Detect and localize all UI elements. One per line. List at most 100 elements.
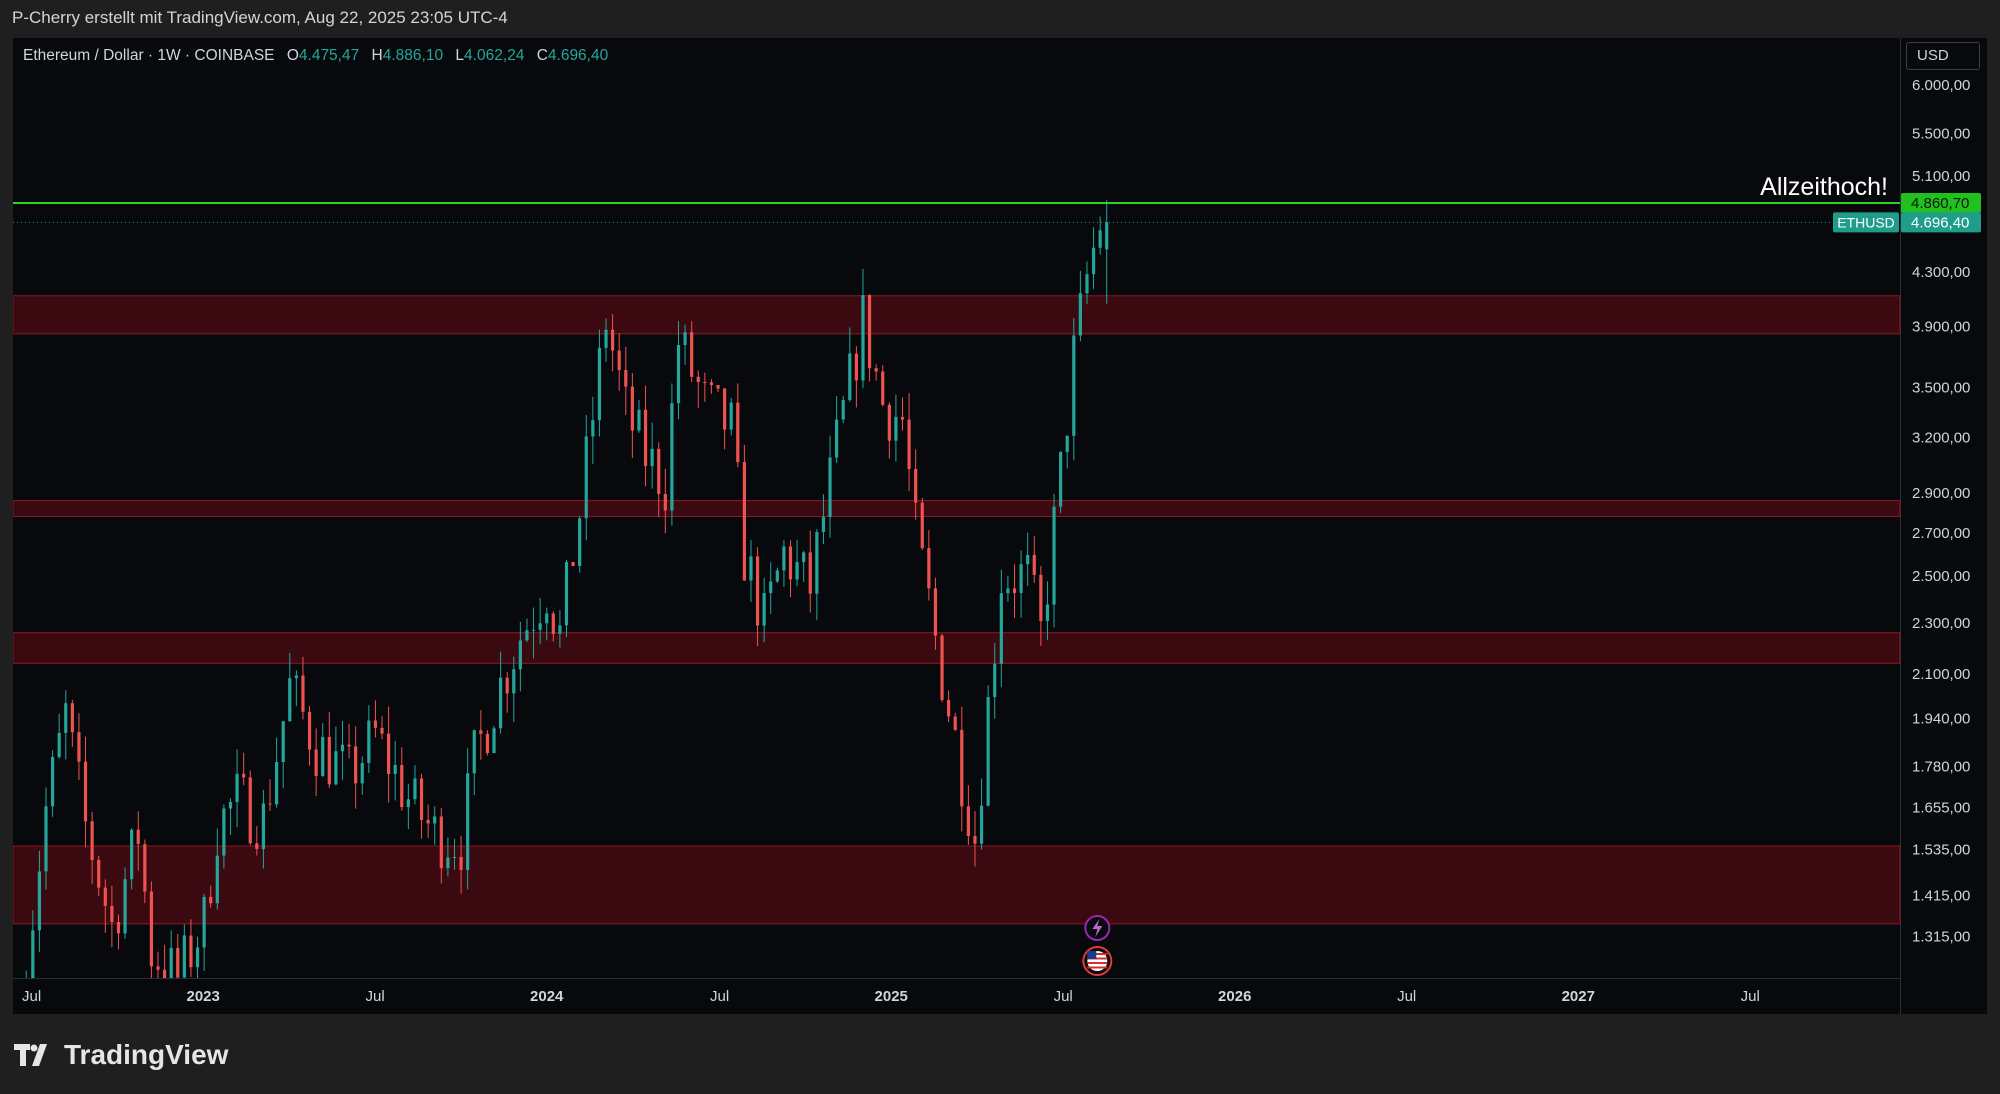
candle-body [294, 675, 298, 679]
candle-body [604, 329, 608, 348]
x-tick-label: 2026 [1218, 988, 1251, 1005]
candle-body [367, 720, 371, 763]
candle-body [419, 778, 424, 820]
candle-body [176, 947, 180, 978]
candle-body [617, 350, 621, 371]
y-tick-label: 1.780,00 [1912, 759, 1970, 776]
candle-body [795, 562, 799, 580]
x-tick-label: Jul [710, 988, 729, 1005]
candle-body [123, 879, 127, 934]
candle-body [31, 930, 35, 978]
ath-price-label: 4.860,70 [1911, 195, 1969, 212]
candle-body [222, 808, 226, 856]
candle-body [657, 448, 661, 495]
candle-body [248, 777, 252, 844]
resistance-zone [13, 632, 1901, 664]
candle-body [531, 629, 536, 631]
candle-body [742, 462, 746, 581]
y-tick-label: 1.940,00 [1912, 710, 1970, 727]
candle-body [314, 749, 318, 776]
candle-body [64, 703, 68, 733]
candle-body [433, 816, 437, 824]
resistance-zone [13, 500, 1901, 518]
y-tick-label: 3.900,00 [1912, 319, 1970, 336]
candle-body [578, 518, 582, 567]
us-flag-stripe [1087, 962, 1108, 964]
candle-body [347, 744, 351, 747]
candle-body [83, 761, 88, 822]
candle-body [499, 677, 503, 729]
candle-body [867, 295, 872, 369]
candle-body [723, 388, 727, 430]
price-chart[interactable]: Allzeithoch! 6.000,00 5.500,00 5.100,00 4.30… [13, 38, 1987, 1014]
candle-body [466, 773, 470, 871]
candle-body [894, 416, 898, 441]
candle-body [400, 764, 404, 808]
candle-body [446, 857, 450, 869]
candle-body [907, 419, 911, 470]
candle-body [288, 678, 292, 722]
candle-body [861, 295, 865, 381]
candle-body [182, 935, 186, 978]
candle-body [512, 669, 516, 694]
candle-body [966, 806, 970, 836]
candle-body [1012, 588, 1017, 593]
candle-body [564, 561, 569, 626]
x-tick-label: Jul [366, 988, 385, 1005]
candle-body [156, 966, 160, 970]
candle-body [947, 699, 951, 717]
candle-body [736, 402, 740, 463]
x-tick-label: 2025 [875, 988, 908, 1005]
candle-body [235, 773, 239, 802]
chart-area[interactable]: Allzeithoch! 6.000,00 5.500,00 5.100,00 4.30… [13, 38, 1987, 1014]
candle-body [518, 640, 522, 670]
candle-body [933, 588, 938, 636]
candle-body [749, 556, 753, 581]
tradingview-logo[interactable]: TradingView [14, 1039, 228, 1071]
candle-body [769, 581, 773, 594]
candle-body [815, 532, 819, 594]
candle-body [927, 548, 931, 589]
candle-body [354, 746, 358, 784]
candle-body [479, 730, 483, 734]
candle-body [97, 859, 101, 888]
candle-body [597, 347, 602, 421]
close-label: C [536, 47, 548, 64]
us-flag-stripe [1087, 966, 1108, 969]
candle-body [1026, 554, 1030, 565]
candle-body [57, 732, 61, 758]
candle-body [373, 720, 378, 728]
open-value: 4.475,47 [298, 47, 360, 64]
candle-body [202, 896, 206, 948]
candle-body [993, 663, 997, 698]
last-price-label: 4.696,40 [1911, 214, 1969, 231]
candle-body [986, 697, 990, 806]
candle-body [130, 829, 134, 880]
tradingview-logo-icon [14, 1044, 47, 1066]
currency-selector[interactable]: USD [1906, 42, 1980, 70]
candle-body [321, 737, 325, 776]
candle-body [426, 819, 430, 824]
candle-body [683, 332, 687, 346]
candle-body [881, 371, 885, 405]
y-tick-label: 1.535,00 [1912, 842, 1970, 859]
candle-body [209, 896, 213, 904]
y-tick-label: 2.100,00 [1912, 666, 1970, 683]
candle-body [762, 593, 766, 626]
candle-body [538, 623, 542, 630]
candle-body [558, 625, 562, 634]
candle-body [459, 856, 463, 871]
candle-body [195, 947, 200, 968]
candle-body [1045, 604, 1050, 622]
candle-body [841, 400, 845, 420]
candle-body [973, 835, 977, 844]
candle-body [637, 409, 641, 431]
y-tick-label: 2.700,00 [1912, 525, 1970, 542]
candle-body [551, 613, 555, 634]
candle-body [281, 721, 285, 762]
candle-body [828, 457, 832, 517]
candle-body [650, 448, 654, 467]
y-tick-label: 5.100,00 [1912, 168, 1970, 185]
candle-body [116, 922, 121, 934]
candle-body [387, 733, 391, 775]
